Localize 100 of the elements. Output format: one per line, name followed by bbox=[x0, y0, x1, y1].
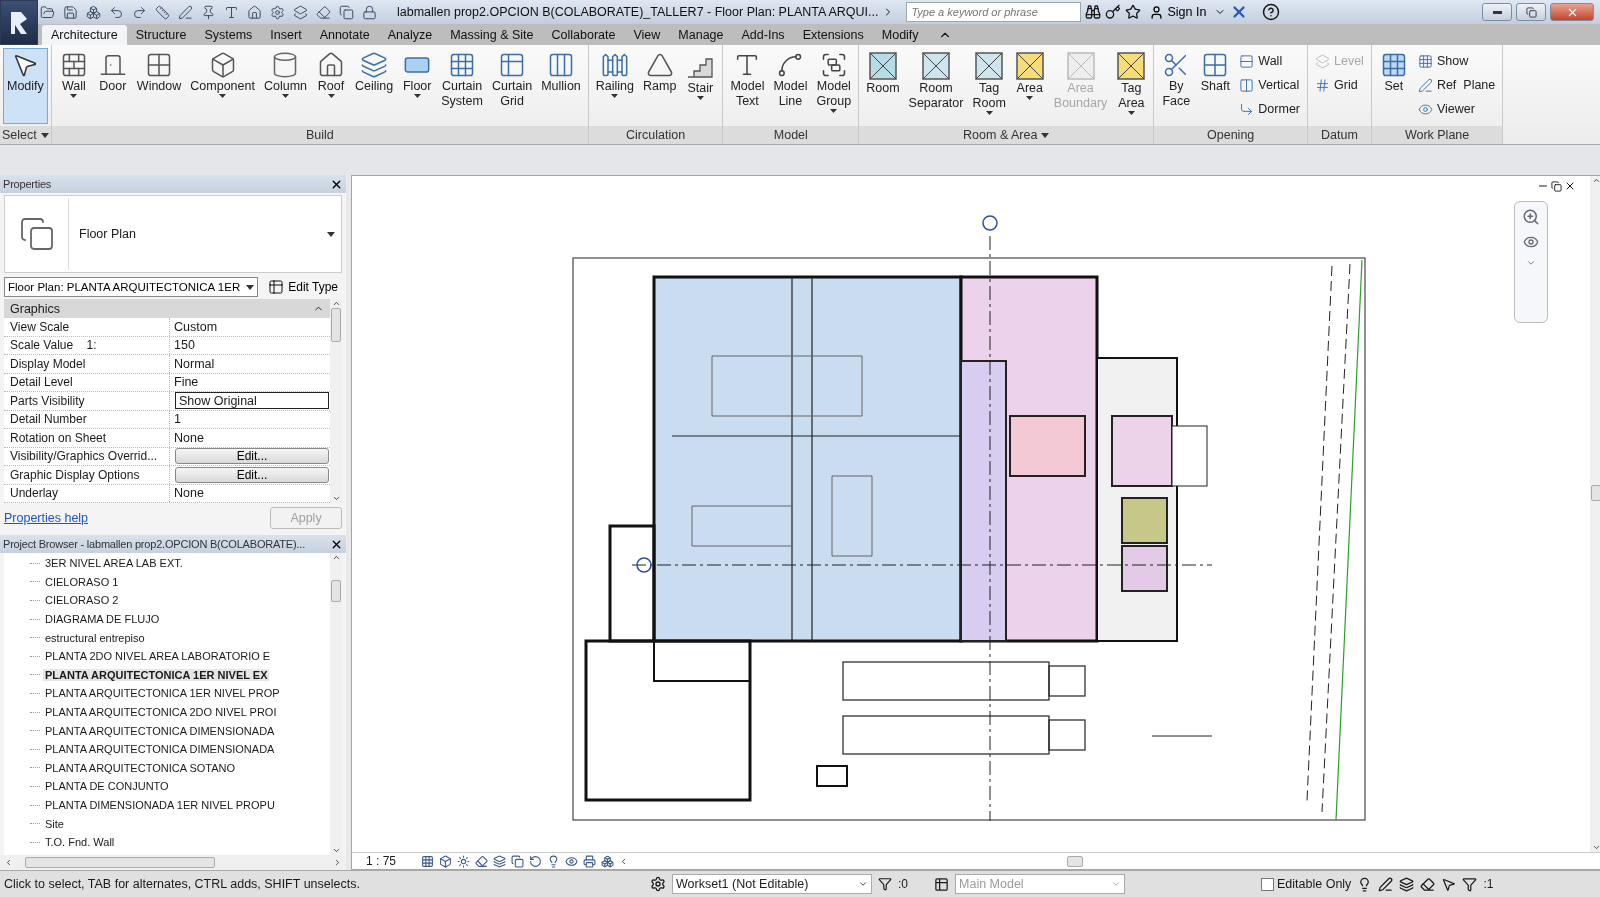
zoom-icon[interactable] bbox=[1522, 208, 1540, 226]
printer-icon[interactable] bbox=[583, 854, 596, 868]
ribbon-button[interactable]: Ramp bbox=[639, 48, 681, 124]
view-scale[interactable]: 1 : 75 bbox=[366, 854, 416, 868]
tree-item[interactable]: PLANTA ARQUITECTONICA 1ER NIVEL EX bbox=[43, 668, 270, 681]
eraser-icon[interactable] bbox=[316, 4, 331, 20]
cursor-icon[interactable] bbox=[1441, 876, 1457, 892]
workset-dropdown[interactable]: Workset1 (Not Editable) bbox=[672, 874, 872, 894]
ribbon-tab[interactable]: Manage bbox=[669, 25, 733, 45]
restore-button[interactable] bbox=[1516, 3, 1546, 21]
ribbon-button[interactable]: Tag Room bbox=[968, 48, 1010, 124]
ribbon-button[interactable]: Curtain Grid bbox=[487, 48, 537, 124]
layers-icon[interactable] bbox=[493, 854, 506, 868]
close-icon[interactable] bbox=[1564, 180, 1576, 192]
ribbon-button[interactable]: Wall bbox=[1235, 50, 1304, 72]
ribbon-button[interactable]: Tag Area bbox=[1112, 48, 1151, 124]
property-field[interactable]: Show Original bbox=[175, 392, 329, 410]
ribbon-button[interactable]: Door bbox=[93, 48, 132, 124]
ribbon-button[interactable]: Viewer bbox=[1413, 98, 1500, 120]
scrollbar[interactable] bbox=[330, 299, 342, 503]
ribbon-button[interactable]: Area bbox=[1010, 48, 1049, 124]
eraser-icon[interactable] bbox=[1420, 876, 1436, 892]
rotate-icon[interactable] bbox=[529, 854, 542, 868]
scrollbar-thumb[interactable] bbox=[1067, 855, 1083, 867]
ribbon-tab[interactable]: Insert bbox=[261, 25, 311, 45]
help-link[interactable]: Properties help bbox=[4, 511, 89, 525]
ribbon-tab[interactable]: Systems bbox=[195, 25, 262, 45]
ribbon-tab[interactable]: Architecture bbox=[42, 25, 127, 45]
sun-icon[interactable] bbox=[457, 854, 470, 868]
cube-icon[interactable] bbox=[86, 4, 101, 20]
letter-icon[interactable] bbox=[224, 4, 239, 20]
ribbon-button[interactable]: Show bbox=[1413, 50, 1500, 72]
app-menu-button[interactable] bbox=[0, 0, 38, 45]
folder-icon[interactable] bbox=[40, 4, 55, 20]
worksets-icon[interactable] bbox=[878, 877, 892, 891]
ribbon-button[interactable]: Modify bbox=[3, 48, 48, 124]
minimize-button[interactable] bbox=[1482, 3, 1512, 21]
scrollbar-thumb[interactable] bbox=[331, 580, 341, 602]
ribbon-button[interactable]: Mullion bbox=[537, 48, 585, 124]
pen-icon[interactable] bbox=[1378, 876, 1394, 892]
tree-item[interactable]: PLANTA 2DO NIVEL AREA LABORATORIO E bbox=[43, 650, 273, 663]
copy-icon[interactable] bbox=[511, 854, 524, 868]
eraser-icon[interactable] bbox=[475, 854, 488, 868]
tree-item[interactable]: T.O. Fnd. Wall bbox=[43, 836, 117, 849]
ribbon-button[interactable]: Ceiling bbox=[351, 48, 398, 124]
tree-item[interactable]: estructural entrepiso bbox=[43, 631, 147, 644]
pen-icon[interactable] bbox=[178, 4, 193, 20]
ribbon-button[interactable]: Component bbox=[186, 48, 259, 124]
ribbon-button[interactable]: Curtain System bbox=[437, 48, 487, 124]
editable-only-checkbox[interactable]: Editable Only bbox=[1261, 877, 1352, 891]
ribbon-tab[interactable]: Analyze bbox=[378, 25, 442, 45]
ribbon-button[interactable]: Model Group bbox=[812, 48, 856, 124]
scrollbar-thumb[interactable] bbox=[331, 308, 341, 342]
ruler-icon[interactable] bbox=[155, 4, 170, 20]
tree-item[interactable]: PLANTA ARQUITECTONICA DIMENSIONADA bbox=[43, 743, 277, 756]
tree-item[interactable]: PLANTA ARQUITECTONICA 1ER NIVEL PROP bbox=[43, 687, 282, 700]
ribbon-button[interactable]: Room Separator bbox=[904, 48, 968, 124]
restore-icon[interactable] bbox=[1551, 180, 1562, 192]
ribbon-tab[interactable]: Collaborate bbox=[542, 25, 625, 45]
ribbon-button[interactable]: Window bbox=[132, 48, 186, 124]
scrollbar-thumb[interactable] bbox=[25, 857, 215, 868]
ribbon-tab[interactable]: Extensions bbox=[793, 25, 873, 45]
ribbon-tab[interactable]: Modify bbox=[872, 25, 928, 45]
ribbon-button[interactable]: Vertical bbox=[1235, 74, 1304, 96]
tree-item[interactable]: PLANTA DE CONJUNTO bbox=[43, 780, 171, 793]
ribbon-button[interactable]: Ref Plane bbox=[1413, 74, 1500, 96]
tree-item[interactable]: Site bbox=[43, 817, 66, 830]
help-icon[interactable] bbox=[1262, 3, 1281, 21]
scrollbar-thumb[interactable] bbox=[1591, 485, 1600, 501]
eye-icon[interactable] bbox=[565, 854, 578, 868]
lightbulb-icon[interactable] bbox=[547, 854, 560, 868]
redo-icon[interactable] bbox=[132, 4, 147, 20]
scrollbar[interactable] bbox=[0, 855, 346, 870]
ribbon-tab[interactable]: View bbox=[624, 25, 670, 45]
scrollbar[interactable] bbox=[330, 553, 342, 855]
star-icon[interactable] bbox=[1125, 4, 1142, 20]
tree-item[interactable]: PLANTA ARQUITECTONICA 2DO NIVEL PROI bbox=[43, 706, 279, 719]
navigation-bar[interactable] bbox=[1514, 201, 1548, 323]
ribbon-button[interactable]: Model Line bbox=[769, 48, 812, 124]
save-icon[interactable] bbox=[63, 4, 78, 20]
ribbon-tab[interactable]: Add-Ins bbox=[732, 25, 794, 45]
filter-icon[interactable] bbox=[1462, 876, 1478, 892]
pin-icon[interactable] bbox=[201, 4, 216, 20]
edit-type-button[interactable]: Edit Type bbox=[264, 279, 342, 295]
workset-icon[interactable] bbox=[650, 876, 666, 892]
ribbon-button[interactable]: Roof bbox=[312, 48, 350, 124]
ribbon-button[interactable]: Grid bbox=[1311, 74, 1368, 96]
ribbon-button[interactable]: Wall bbox=[54, 48, 93, 124]
ribbon-button[interactable]: Railing bbox=[591, 48, 639, 124]
key-icon[interactable] bbox=[1105, 4, 1122, 20]
tree-item[interactable]: CIELORASO 2 bbox=[43, 594, 121, 607]
ribbon-tab[interactable]: Structure bbox=[126, 25, 196, 45]
lock-icon[interactable] bbox=[362, 4, 377, 20]
tree-item[interactable]: PLANTA ARQUITECTONICA DIMENSIONADA bbox=[43, 724, 277, 737]
grid-icon[interactable] bbox=[421, 854, 434, 868]
search-field[interactable]: Type a keyword or phrase bbox=[906, 2, 1082, 22]
house-icon[interactable] bbox=[247, 4, 262, 20]
undo-icon[interactable] bbox=[109, 4, 124, 20]
ribbon-button[interactable]: Model Text bbox=[726, 48, 769, 124]
type-selector[interactable]: Floor Plan bbox=[4, 195, 342, 273]
